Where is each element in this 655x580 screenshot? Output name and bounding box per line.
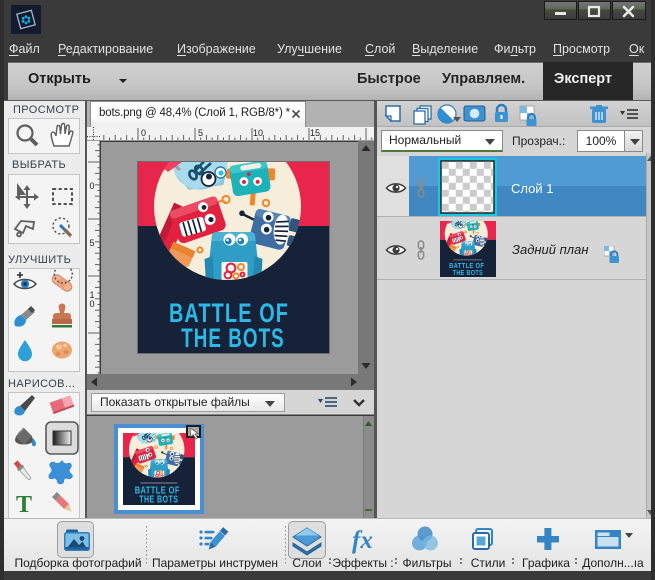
svg-text:10: 10 xyxy=(253,128,263,138)
svg-text:fx: fx xyxy=(352,527,373,554)
svg-text:T: T xyxy=(16,492,32,518)
svg-text:5: 5 xyxy=(198,128,203,138)
svg-text:5: 5 xyxy=(90,238,95,248)
svg-text:0: 0 xyxy=(90,299,95,309)
svg-text:0: 0 xyxy=(141,128,146,138)
svg-text:0: 0 xyxy=(90,181,95,191)
svg-text:15: 15 xyxy=(310,128,320,138)
